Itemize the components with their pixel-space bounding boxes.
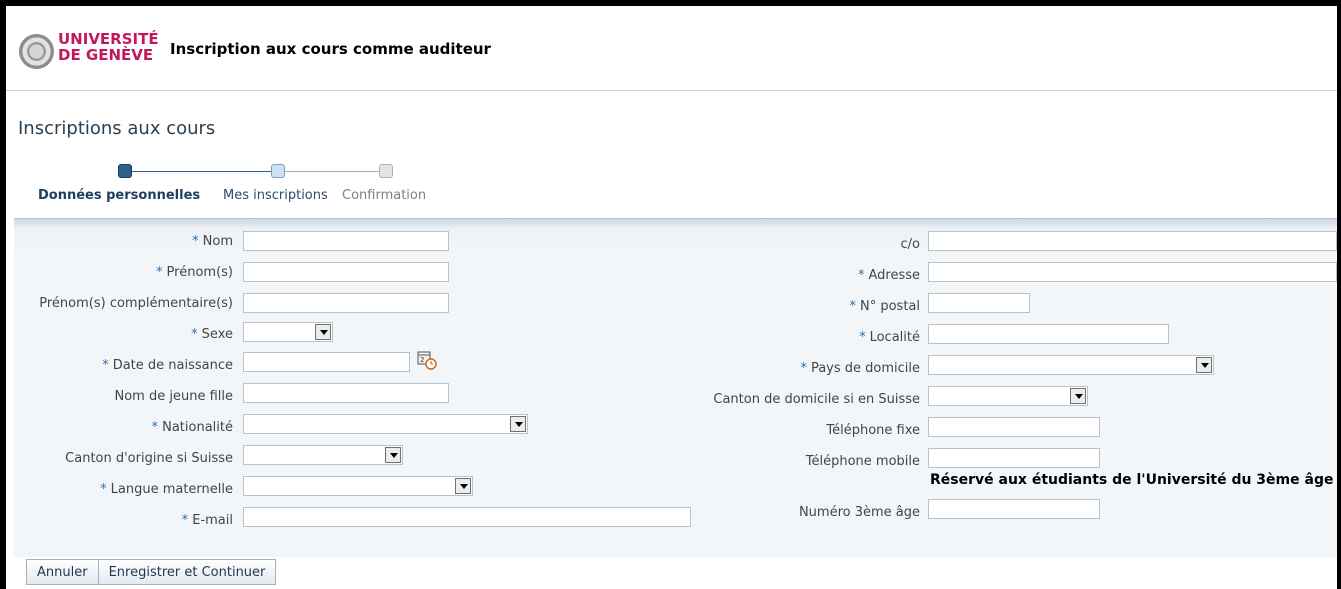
logo-line-2: DE GENÈVE — [58, 46, 154, 64]
train-connector — [285, 171, 379, 172]
header: UNIVERSITÉ DE GENÈVE Inscription aux cou… — [6, 6, 1337, 91]
svg-text:2: 2 — [420, 356, 424, 364]
nom-jeune-fille-input[interactable] — [243, 383, 449, 403]
university-logo: UNIVERSITÉ DE GENÈVE — [58, 31, 159, 63]
calendar-icon[interactable]: 2 — [417, 350, 437, 370]
nom-input[interactable] — [243, 231, 449, 251]
adresse-label: * Adresse — [857, 268, 920, 283]
date-naissance-label: * Date de naissance — [102, 358, 233, 373]
section-3eme-age-heading: Réservé aux étudiants de l'Université du… — [930, 472, 1334, 488]
prenom-compl-label: Prénom(s) complémentaire(s) — [39, 296, 233, 311]
co-input[interactable] — [928, 231, 1337, 251]
prenom-compl-input[interactable] — [243, 293, 449, 313]
logo-line-1: UNIVERSITÉ — [58, 30, 159, 48]
nationalite-label: * Nationalité — [151, 420, 233, 435]
localite-input[interactable] — [928, 324, 1169, 344]
nom-label: * Nom — [192, 234, 233, 249]
npa-input[interactable] — [928, 293, 1030, 313]
step-confirmation: Confirmation — [342, 188, 427, 203]
sexe-label: * Sexe — [191, 327, 233, 342]
numero-3age-input[interactable] — [928, 499, 1100, 519]
pays-select[interactable] — [928, 355, 1214, 375]
numero-3age-label: Numéro 3ème âge — [798, 505, 920, 520]
npa-label: * N° postal — [849, 299, 920, 314]
localite-label: * Localité — [859, 330, 920, 345]
university-seal-icon — [19, 34, 54, 69]
button-bar: Annuler Enregistrer et Continuer — [26, 559, 277, 587]
canton-origine-select[interactable] — [243, 445, 403, 465]
date-naissance-input[interactable] — [243, 352, 410, 372]
step-1-marker — [118, 164, 132, 178]
chevron-down-icon[interactable] — [455, 478, 471, 494]
cancel-button[interactable]: Annuler — [26, 559, 99, 585]
prenom-label: * Prénom(s) — [156, 265, 233, 280]
tel-fixe-input[interactable] — [928, 417, 1100, 437]
step-3-marker — [379, 164, 393, 178]
email-label: * E-mail — [181, 513, 233, 528]
pays-label: * Pays de domicile — [800, 361, 920, 376]
canton-origine-label: Canton d'origine si Suisse — [65, 451, 233, 466]
langue-label: * Langue maternelle — [100, 482, 233, 497]
nom-jeune-fille-label: Nom de jeune fille — [114, 389, 234, 404]
train-connector — [132, 171, 271, 172]
email-input[interactable] — [243, 507, 691, 527]
prenom-input[interactable] — [243, 262, 449, 282]
app-title: Inscription aux cours comme auditeur — [170, 40, 491, 58]
save-continue-button[interactable]: Enregistrer et Continuer — [98, 559, 277, 585]
step-train: Données personnelles Mes inscriptions Co… — [0, 160, 460, 210]
step-donnees-personnelles: Données personnelles — [38, 188, 201, 203]
adresse-input[interactable] — [928, 262, 1337, 282]
tel-mobile-input[interactable] — [928, 448, 1100, 468]
chevron-down-icon[interactable] — [315, 324, 331, 340]
step-mes-inscriptions[interactable]: Mes inscriptions — [223, 188, 328, 203]
langue-select[interactable] — [243, 476, 473, 496]
co-label: c/o — [900, 237, 920, 252]
chevron-down-icon[interactable] — [1196, 357, 1212, 373]
page-title: Inscriptions aux cours — [18, 118, 216, 139]
tel-mobile-label: Téléphone mobile — [805, 454, 920, 469]
nationalite-select[interactable] — [243, 414, 528, 434]
sexe-select[interactable] — [243, 322, 333, 342]
chevron-down-icon[interactable] — [1070, 388, 1086, 404]
canton-domicile-label: Canton de domicile si en Suisse — [713, 392, 920, 407]
chevron-down-icon[interactable] — [385, 447, 401, 463]
chevron-down-icon[interactable] — [510, 416, 526, 432]
step-2-marker[interactable] — [271, 164, 285, 178]
canton-domicile-select[interactable] — [928, 386, 1088, 406]
tel-fixe-label: Téléphone fixe — [826, 423, 920, 438]
